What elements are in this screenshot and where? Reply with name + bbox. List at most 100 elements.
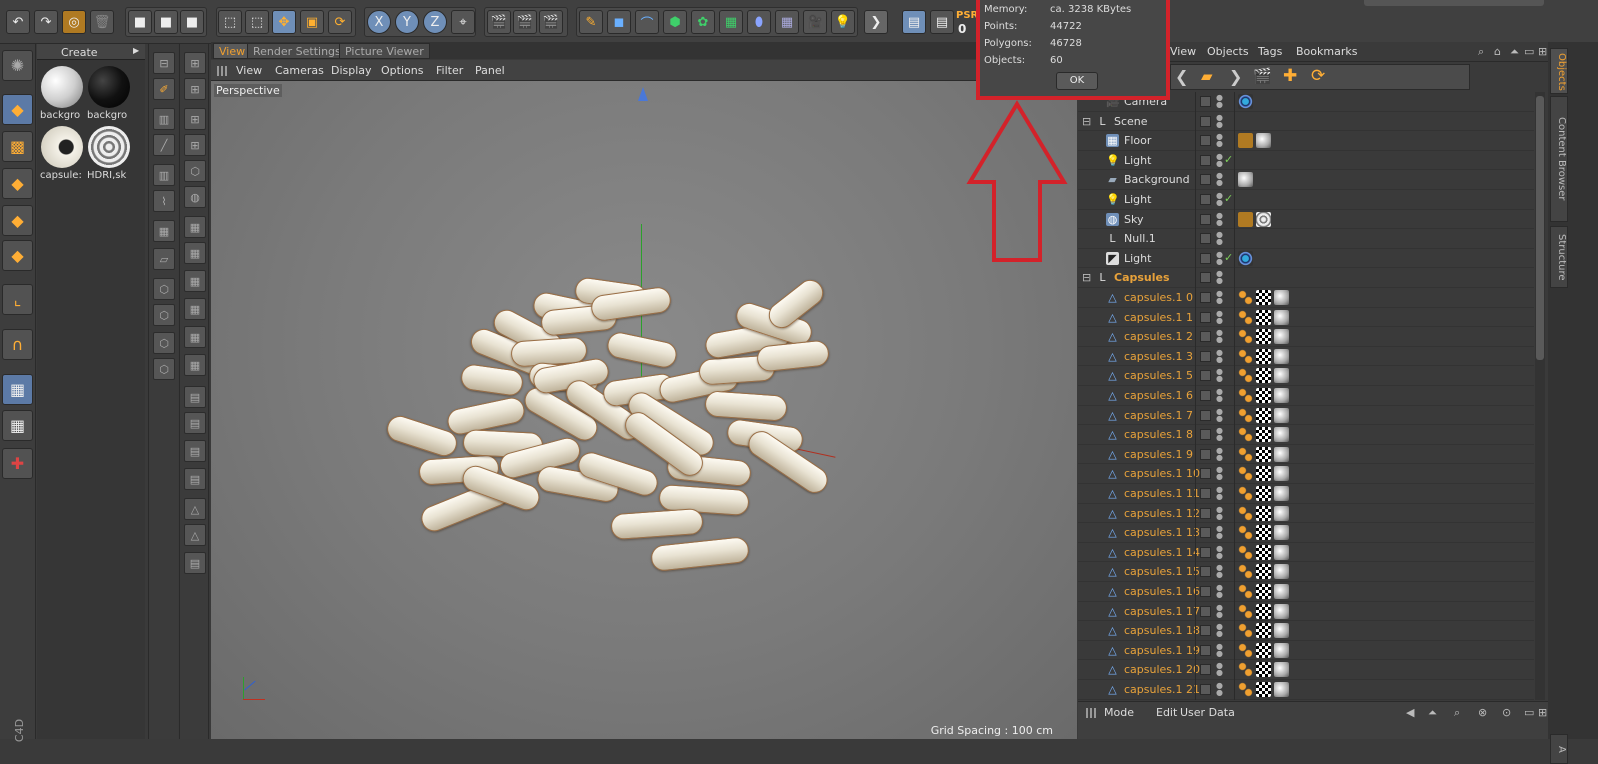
checker-tag-icon[interactable] bbox=[1256, 564, 1271, 580]
object-row[interactable]: ◍ Sky ● ● bbox=[1078, 210, 1534, 230]
object-name[interactable]: capsules.1 14 bbox=[1124, 546, 1200, 559]
render-tag-icon[interactable] bbox=[1238, 211, 1253, 227]
layer-checkbox[interactable] bbox=[1200, 684, 1211, 695]
layer-checkbox[interactable] bbox=[1200, 488, 1211, 499]
checker-tag-icon[interactable] bbox=[1256, 623, 1271, 639]
object-name[interactable]: capsules.1 21 bbox=[1124, 683, 1200, 696]
menu-objects[interactable]: Objects bbox=[1207, 45, 1249, 58]
layer-checkbox[interactable] bbox=[1200, 154, 1211, 166]
sphere-tag-icon[interactable] bbox=[1274, 584, 1289, 599]
polygons-mode-icon[interactable]: ◆ bbox=[2, 240, 33, 271]
back-arrow-icon[interactable]: ❮ bbox=[1175, 67, 1188, 86]
checker-tag-icon[interactable] bbox=[1256, 407, 1271, 423]
workplane-icon[interactable]: ✺ bbox=[2, 50, 33, 81]
object-row[interactable]: ▦ Floor ● ● bbox=[1078, 131, 1534, 151]
phong-tag-icon[interactable] bbox=[1238, 544, 1253, 560]
layer-checkbox[interactable] bbox=[1200, 429, 1211, 441]
more-tools-chevron-icon[interactable]: ❯ bbox=[864, 10, 888, 34]
object-name[interactable]: capsules.1 15 bbox=[1124, 565, 1200, 578]
tool-icon[interactable]: ▦ bbox=[153, 220, 175, 242]
visibility-dots-icon[interactable]: ● ● bbox=[1216, 348, 1223, 363]
target-tag-icon[interactable] bbox=[1238, 250, 1253, 266]
object-name[interactable]: capsules.1 2 bbox=[1124, 330, 1193, 343]
object-row[interactable]: ⊟ L Scene ● ● bbox=[1078, 112, 1534, 132]
cube-icon[interactable]: ◼ bbox=[607, 10, 631, 34]
phong-tag-icon[interactable] bbox=[1238, 466, 1253, 482]
object-name[interactable]: capsules.1 13 bbox=[1124, 526, 1200, 539]
snap-magnet-icon[interactable]: ∩ bbox=[2, 329, 33, 360]
tool-icon[interactable]: ▦ bbox=[184, 298, 206, 320]
object-name[interactable]: capsules.1 7 bbox=[1124, 409, 1193, 422]
menu-user-data[interactable]: User Data bbox=[1180, 706, 1235, 719]
menu-bookmarks[interactable]: Bookmarks bbox=[1296, 45, 1357, 58]
checker-tag-icon[interactable] bbox=[1256, 368, 1271, 384]
edges-mode-icon[interactable]: ◆ bbox=[2, 205, 33, 236]
phong-tag-icon[interactable] bbox=[1238, 329, 1253, 345]
sphere-tag-icon[interactable] bbox=[1274, 564, 1289, 580]
layer-checkbox[interactable] bbox=[1200, 292, 1211, 303]
material-create-menu[interactable]: Create ▶ bbox=[37, 44, 145, 60]
live-selection-icon[interactable]: ◎ bbox=[62, 10, 86, 34]
ok-button[interactable]: OK bbox=[1056, 72, 1098, 90]
tool-icon[interactable]: ▥ bbox=[153, 108, 175, 130]
undo-icon[interactable]: ↶ bbox=[6, 10, 30, 34]
axis-y-button[interactable]: Y bbox=[395, 10, 419, 34]
sphere-tag-icon[interactable] bbox=[1238, 172, 1253, 188]
layer-checkbox[interactable] bbox=[1200, 350, 1211, 362]
phong-tag-icon[interactable] bbox=[1238, 505, 1253, 521]
tab-view[interactable]: View bbox=[213, 43, 252, 59]
visibility-dots-icon[interactable]: ● ● bbox=[1216, 290, 1223, 305]
minimize-icon[interactable]: ▭ bbox=[1524, 706, 1534, 719]
checker-tag-icon[interactable] bbox=[1256, 290, 1271, 305]
object-name[interactable]: Light bbox=[1124, 193, 1151, 206]
menu-mode[interactable]: Mode bbox=[1104, 706, 1134, 719]
save-project-icon[interactable]: ■ bbox=[180, 10, 204, 34]
target-tag-icon[interactable] bbox=[1238, 94, 1253, 109]
floor-icon[interactable]: ▦ bbox=[775, 10, 799, 34]
layout-switch-icon[interactable]: ▤ bbox=[930, 10, 954, 34]
tool-icon[interactable]: ▤ bbox=[184, 412, 206, 434]
object-row[interactable]: ⊟ L Capsules ● ● bbox=[1078, 268, 1534, 288]
visibility-dots-icon[interactable]: ● ● bbox=[1216, 113, 1223, 128]
visibility-dots-icon[interactable]: ● ● bbox=[1216, 584, 1223, 599]
back-icon[interactable]: ◀ bbox=[1406, 706, 1414, 719]
layer-checkbox[interactable] bbox=[1200, 233, 1211, 245]
checker-tag-icon[interactable] bbox=[1256, 682, 1271, 697]
render-tag-icon[interactable] bbox=[1238, 133, 1253, 149]
object-name[interactable]: capsules.1 6 bbox=[1124, 389, 1193, 402]
array-icon[interactable]: ✿ bbox=[691, 10, 715, 34]
minimize-icon[interactable]: ▭ bbox=[1524, 45, 1534, 58]
field-icon[interactable]: ⬮ bbox=[747, 10, 771, 34]
visibility-dots-icon[interactable]: ● ● bbox=[1216, 192, 1223, 207]
object-name[interactable]: capsules.1 9 bbox=[1124, 448, 1193, 461]
object-row[interactable]: 💡 Light ● ● ✓ bbox=[1078, 151, 1534, 171]
tool-icon[interactable]: ▦ bbox=[184, 216, 206, 238]
tab-picture-viewer[interactable]: Picture Viewer bbox=[339, 43, 430, 59]
axis-x-button[interactable]: X bbox=[367, 10, 391, 34]
visibility-dots-icon[interactable]: ● ● bbox=[1216, 505, 1223, 520]
checker-tag-icon[interactable] bbox=[1256, 525, 1271, 541]
phong-tag-icon[interactable] bbox=[1238, 662, 1253, 678]
phong-tag-icon[interactable] bbox=[1238, 486, 1253, 501]
side-tab-structure[interactable]: Structure bbox=[1550, 226, 1568, 288]
object-name[interactable]: Scene bbox=[1114, 115, 1148, 128]
visibility-dots-icon[interactable]: ● ● bbox=[1216, 682, 1223, 697]
phong-tag-icon[interactable] bbox=[1238, 309, 1253, 325]
checker-tag-icon[interactable] bbox=[1256, 642, 1271, 658]
new-panel-icon[interactable]: ⊞ bbox=[1538, 45, 1547, 58]
object-name[interactable]: Light bbox=[1124, 154, 1151, 167]
tool-icon[interactable]: ▥ bbox=[153, 164, 175, 186]
move-icon[interactable]: ✚ bbox=[1283, 66, 1297, 86]
visibility-dots-icon[interactable]: ● ● bbox=[1216, 466, 1223, 481]
planar-workplane-icon[interactable]: ▦ bbox=[2, 410, 33, 441]
sphere-tag-icon[interactable] bbox=[1274, 290, 1289, 305]
object-row[interactable]: L Null.1 ● ● bbox=[1078, 229, 1534, 249]
sphere-tag-icon[interactable] bbox=[1274, 466, 1289, 482]
visibility-dots-icon[interactable]: ● ● bbox=[1216, 133, 1223, 148]
folder-icon[interactable]: ▰ bbox=[1201, 67, 1213, 85]
axis-z-button[interactable]: Z bbox=[423, 10, 447, 34]
render-icon[interactable]: 🎬 bbox=[1253, 67, 1272, 85]
tool-icon[interactable]: ⊟ bbox=[153, 52, 175, 74]
phong-tag-icon[interactable] bbox=[1238, 603, 1253, 619]
object-row[interactable]: ▰ Background ● ● bbox=[1078, 170, 1534, 190]
